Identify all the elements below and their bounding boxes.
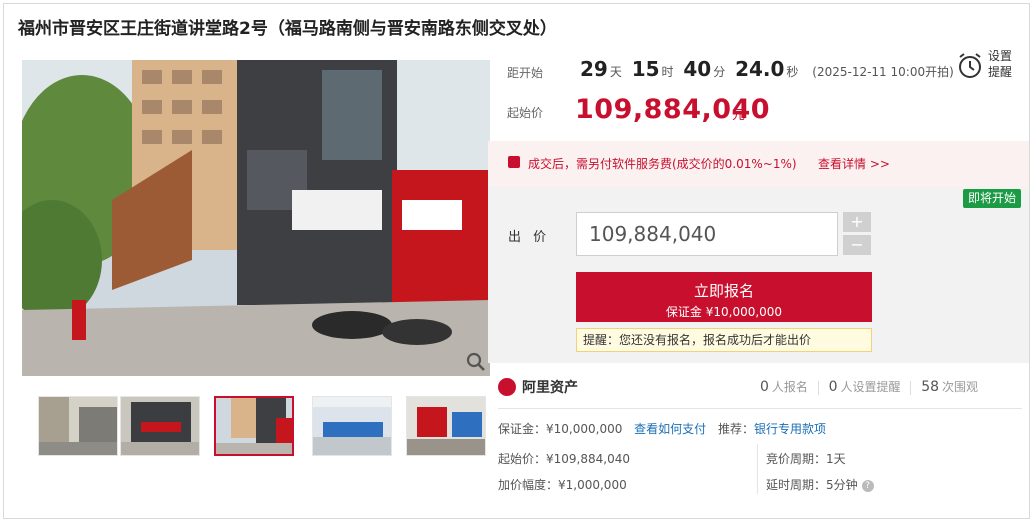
countdown-timer: 29 天 15 时 40 分 24.0 秒 (2025-12-11 10:00开拍): [578, 57, 954, 81]
thumbnail-strip: [22, 396, 492, 458]
status-badge: 即将开始: [963, 189, 1021, 208]
alarm-clock-icon: [959, 53, 981, 78]
how-to-pay-link[interactable]: 查看如何支付: [634, 422, 706, 436]
start-price-detail: 起始价：¥109,884,040: [498, 452, 630, 466]
delay-cycle-row: 延时周期：5分钟?: [766, 476, 874, 493]
bid-stepper: + −: [843, 212, 871, 255]
reminder-count: 0: [828, 379, 838, 395]
deposit-row: 保证金：¥10,000,000 查看如何支付 推荐：银行专用款项: [498, 420, 826, 437]
auction-cycle-detail: 竞价周期：1天: [766, 452, 846, 466]
signup-deposit: 保证金 ¥10,000,000: [665, 305, 783, 319]
signup-count-label: 人报名: [771, 380, 808, 394]
countdown-minutes: 40: [683, 57, 712, 81]
recommend-label: 推荐：: [718, 422, 755, 436]
auction-stats: 0 人报名 0 人设置提醒 58 次围观: [760, 378, 978, 395]
view-details-link[interactable]: 查看详情 >>: [818, 155, 890, 172]
ali-assets-icon: [498, 378, 516, 396]
auction-start-time: (2025-12-11 10:00开拍): [812, 65, 954, 79]
countdown-label: 距开始: [507, 66, 544, 80]
stats-divider: [817, 380, 819, 395]
thumbnail-2[interactable]: [120, 396, 200, 456]
thumbnail-3[interactable]: [214, 396, 294, 456]
seconds-unit: 秒: [786, 65, 799, 79]
platform-logo: 阿里资产: [498, 376, 580, 396]
bid-label: 出 价: [508, 230, 551, 245]
minutes-unit: 分: [713, 65, 726, 79]
signup-reminder-notice: 提醒：您还没有报名，报名成功后才能出价: [576, 328, 872, 352]
service-fee-notice: 成交后，需另付软件服务费(成交价的0.01%~1%) 查看详情 >>: [488, 141, 1029, 187]
increment-detail: 加价幅度：¥1,000,000: [498, 478, 627, 492]
zoom-icon[interactable]: [466, 352, 486, 372]
thumbnail-4[interactable]: [312, 396, 392, 456]
detail-divider: [757, 444, 758, 494]
decrease-bid-button[interactable]: −: [843, 235, 871, 255]
hours-unit: 时: [661, 65, 674, 79]
bid-amount-input[interactable]: 109,884,040: [576, 212, 838, 256]
set-reminder-button[interactable]: 设置提醒: [954, 48, 1024, 84]
set-reminder-label: 设置提醒: [988, 49, 1013, 79]
platform-name: 阿里资产: [522, 380, 578, 396]
main-photo[interactable]: [22, 60, 490, 376]
start-price-label: 起始价: [507, 106, 544, 120]
countdown-hours: 15: [631, 57, 660, 81]
signup-title: 立即报名: [693, 282, 754, 300]
deposit-text: 保证金：¥10,000,000: [498, 422, 623, 436]
thumbnail-1[interactable]: [38, 396, 118, 456]
gift-icon: [508, 156, 520, 168]
bank-account-link[interactable]: 银行专用款项: [754, 422, 826, 436]
days-unit: 天: [609, 65, 622, 79]
view-count: 58: [921, 379, 940, 395]
section-divider: [498, 408, 1022, 409]
start-price-unit: 元: [732, 108, 746, 123]
view-count-label: 次围观: [942, 380, 979, 394]
reminder-count-label: 人设置提醒: [840, 380, 901, 394]
increase-bid-button[interactable]: +: [843, 212, 871, 232]
signup-count: 0: [760, 379, 769, 395]
stats-divider: [910, 380, 912, 395]
help-icon[interactable]: ?: [861, 479, 874, 492]
thumbnail-5[interactable]: [406, 396, 486, 456]
service-fee-text: 成交后，需另付软件服务费(成交价的0.01%~1%): [528, 157, 797, 171]
countdown-seconds: 24.0: [735, 57, 785, 81]
countdown-days: 29: [580, 57, 608, 81]
delay-cycle-detail: 延时周期：5分钟: [766, 478, 858, 492]
page-title: 福州市晋安区王庄街道讲堂路2号（福马路南侧与晋安南路东侧交叉处）: [18, 19, 557, 39]
signup-button[interactable]: 立即报名 保证金 ¥10,000,000: [576, 272, 872, 322]
